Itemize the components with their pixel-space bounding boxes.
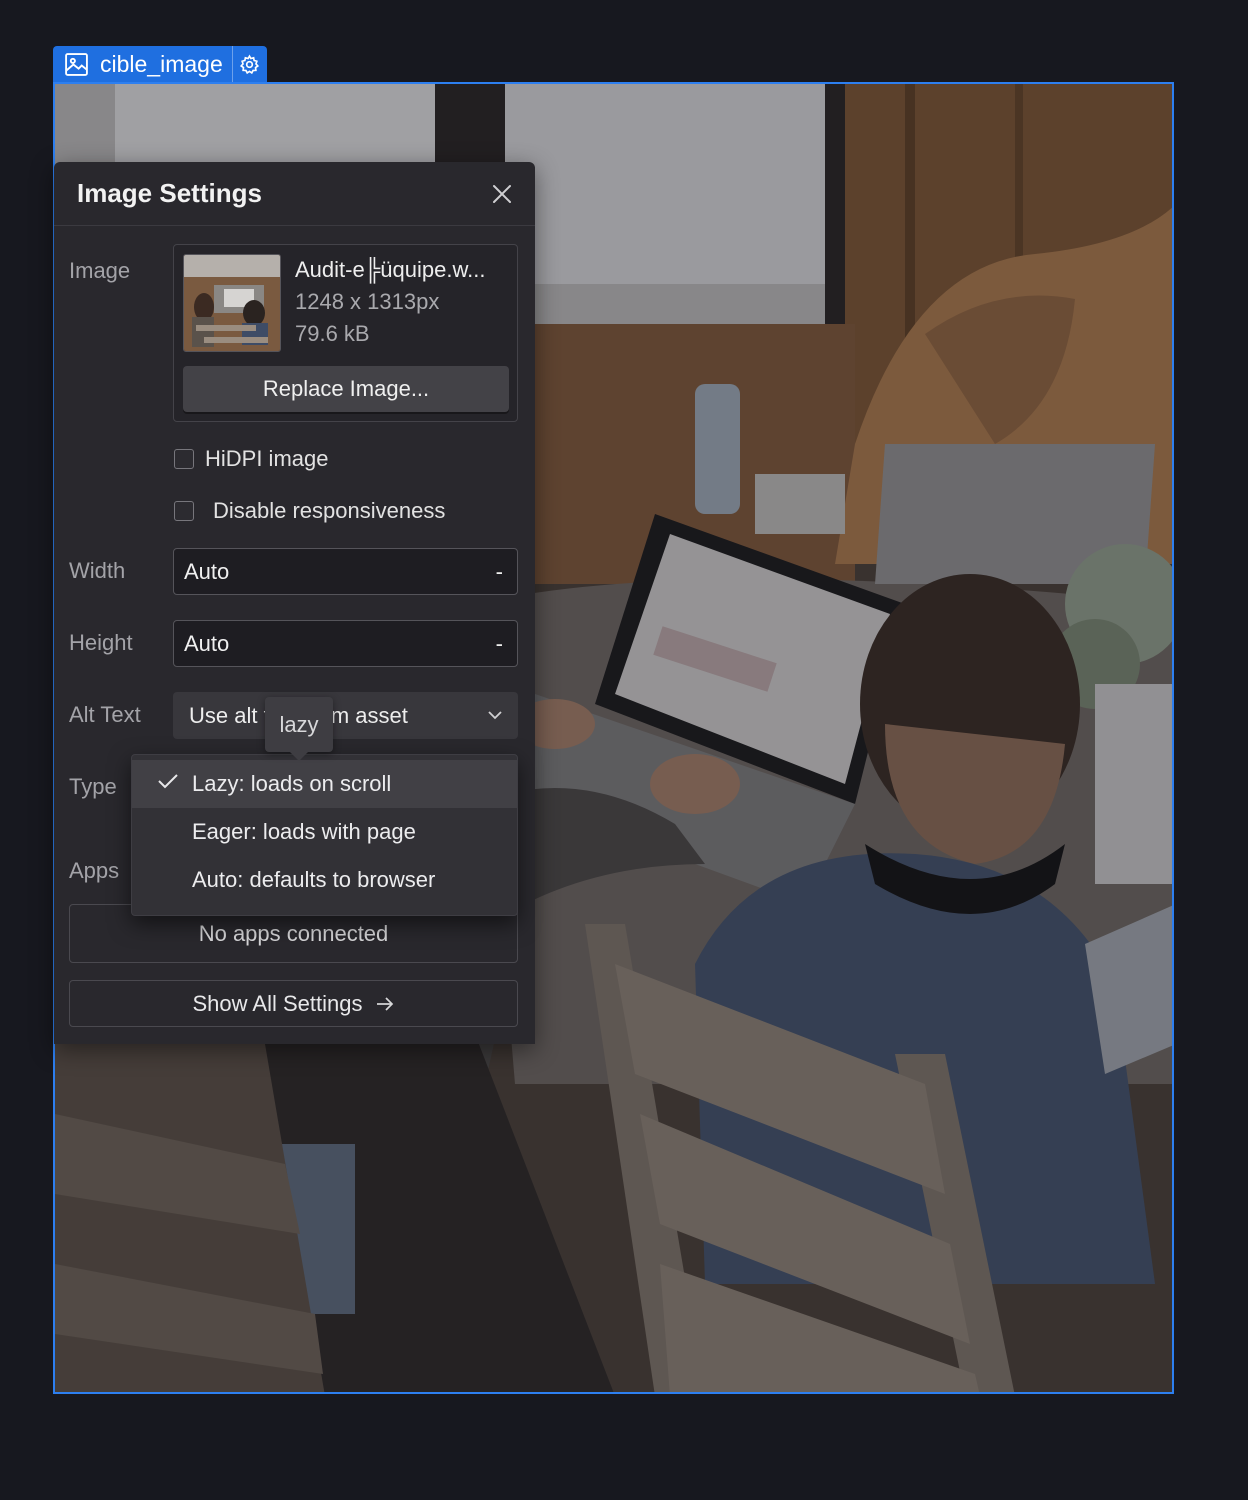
show-all-settings-label: Show All Settings — [192, 990, 363, 1016]
check-icon — [158, 774, 178, 789]
hidpi-option[interactable]: HiDPI image — [174, 446, 328, 472]
image-file-name: Audit-e╠üquipe.w... — [295, 257, 486, 282]
hidpi-checkbox[interactable] — [174, 449, 194, 469]
height-input[interactable]: Auto - — [173, 620, 518, 667]
gear-icon — [240, 54, 260, 75]
disable-responsiveness-option[interactable]: Disable responsiveness — [174, 498, 445, 524]
element-name: cible_image — [100, 51, 223, 77]
height-label: Height — [69, 630, 133, 655]
element-tag[interactable]: cible_image — [53, 46, 267, 83]
type-option-auto[interactable]: Auto: defaults to browser — [132, 856, 517, 904]
type-label: Type — [69, 774, 117, 799]
height-unit[interactable]: - — [496, 631, 503, 657]
type-option-lazy[interactable]: Lazy: loads on scroll — [132, 760, 517, 808]
hidpi-label: HiDPI image — [205, 446, 329, 471]
type-option-eager[interactable]: Eager: loads with page — [132, 808, 517, 856]
width-label: Width — [69, 558, 126, 583]
panel-title: Image Settings — [77, 178, 262, 208]
close-icon — [493, 184, 511, 203]
image-dimensions: 1248 x 1313px — [295, 289, 440, 314]
apps-empty-text: No apps connected — [198, 920, 389, 946]
type-dropdown-menu: Lazy: loads on scroll Eager: loads with … — [131, 754, 518, 916]
type-option-label: Lazy: loads on scroll — [192, 771, 392, 796]
show-all-settings-button[interactable]: Show All Settings — [69, 980, 518, 1027]
image-thumbnail[interactable] — [183, 254, 281, 352]
image-asset-card: Audit-e╠üquipe.w... 1248 x 1313px 79.6 k… — [173, 244, 518, 422]
alt-text-select[interactable]: Use alt text from asset — [173, 692, 518, 739]
close-button[interactable] — [489, 181, 515, 207]
image-icon — [65, 53, 88, 76]
width-value: Auto — [184, 558, 230, 584]
alt-text-label: Alt Text — [69, 702, 141, 727]
element-tag-main[interactable]: cible_image — [53, 46, 232, 83]
height-value: Auto — [184, 630, 230, 656]
chevron-down-icon — [488, 711, 502, 720]
disable-responsiveness-checkbox[interactable] — [174, 501, 194, 521]
tooltip-text: lazy — [279, 711, 319, 737]
width-input[interactable]: Auto - — [173, 548, 518, 595]
type-option-label: Auto: defaults to browser — [192, 867, 436, 892]
element-settings-button[interactable] — [231, 46, 267, 83]
replace-image-button[interactable]: Replace Image... — [183, 366, 509, 412]
image-label: Image — [69, 258, 131, 283]
apps-label: Apps — [69, 858, 120, 883]
type-tooltip: lazy — [265, 697, 333, 761]
width-unit[interactable]: - — [496, 559, 503, 585]
type-option-label: Eager: loads with page — [192, 819, 416, 844]
image-file-size: 79.6 kB — [295, 321, 370, 346]
panel-header: Image Settings — [54, 162, 535, 226]
arrow-right-icon — [377, 996, 394, 1011]
thumbnail-image — [184, 255, 280, 351]
disable-responsiveness-label: Disable responsiveness — [213, 498, 446, 523]
